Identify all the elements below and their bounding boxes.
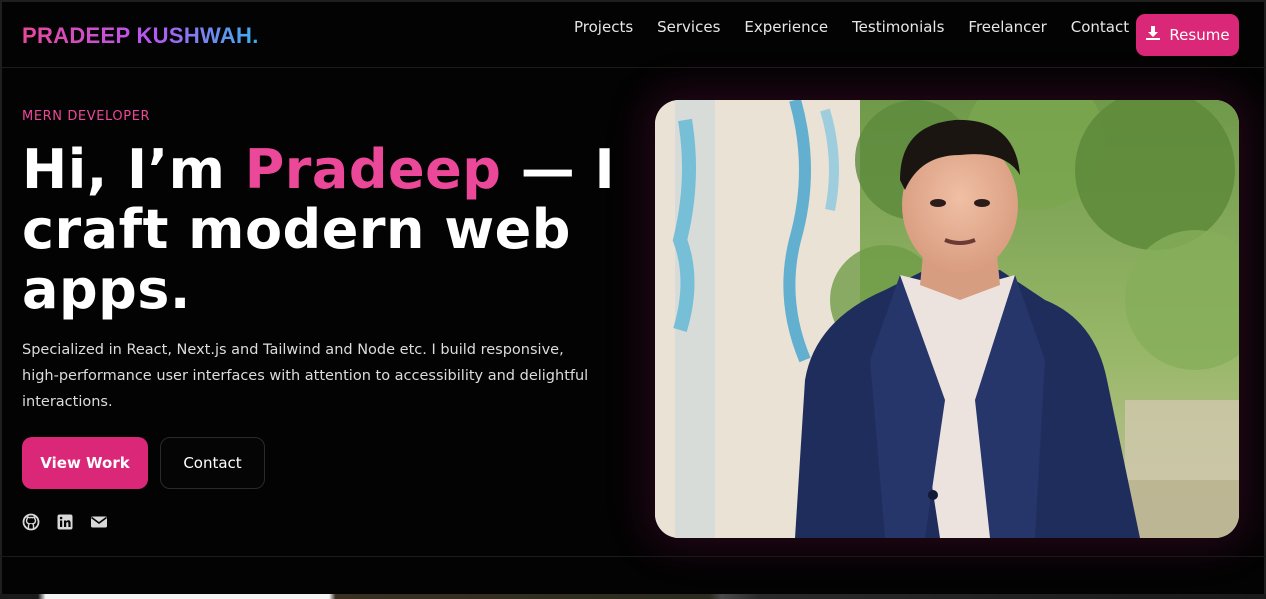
next-section-preview xyxy=(0,594,1266,599)
site-logo[interactable]: PRADEEP KUSHWAH. xyxy=(22,23,259,49)
main-nav: Projects Services Experience Testimonial… xyxy=(574,18,1129,36)
resume-button[interactable]: Resume xyxy=(1136,14,1239,56)
view-work-button[interactable]: View Work xyxy=(22,437,148,489)
profile-photo xyxy=(655,100,1239,538)
linkedin-icon[interactable] xyxy=(56,513,74,531)
github-icon[interactable] xyxy=(22,513,40,531)
headline-name: Pradeep xyxy=(244,138,502,201)
hero-eyebrow: MERN DEVELOPER xyxy=(22,109,151,124)
nav-link-freelancer[interactable]: Freelancer xyxy=(968,18,1046,36)
contact-button[interactable]: Contact xyxy=(160,437,265,489)
nav-link-testimonials[interactable]: Testimonials xyxy=(852,18,944,36)
resume-label: Resume xyxy=(1169,26,1230,44)
section-divider xyxy=(0,556,1266,557)
download-icon xyxy=(1145,25,1161,45)
nav-link-experience[interactable]: Experience xyxy=(744,18,828,36)
social-links xyxy=(22,513,108,531)
mail-icon[interactable] xyxy=(90,513,108,531)
site-header: PRADEEP KUSHWAH. Projects Services Exper… xyxy=(0,0,1266,68)
headline-intro: Hi, I’m xyxy=(22,138,245,201)
nav-link-contact[interactable]: Contact xyxy=(1071,18,1129,36)
nav-link-projects[interactable]: Projects xyxy=(574,18,633,36)
hero-headline: Hi, I’m Pradeep — I craft modern web app… xyxy=(22,140,622,320)
hero-description: Specialized in React, Next.js and Tailwi… xyxy=(22,342,589,410)
nav-link-services[interactable]: Services xyxy=(657,18,720,36)
